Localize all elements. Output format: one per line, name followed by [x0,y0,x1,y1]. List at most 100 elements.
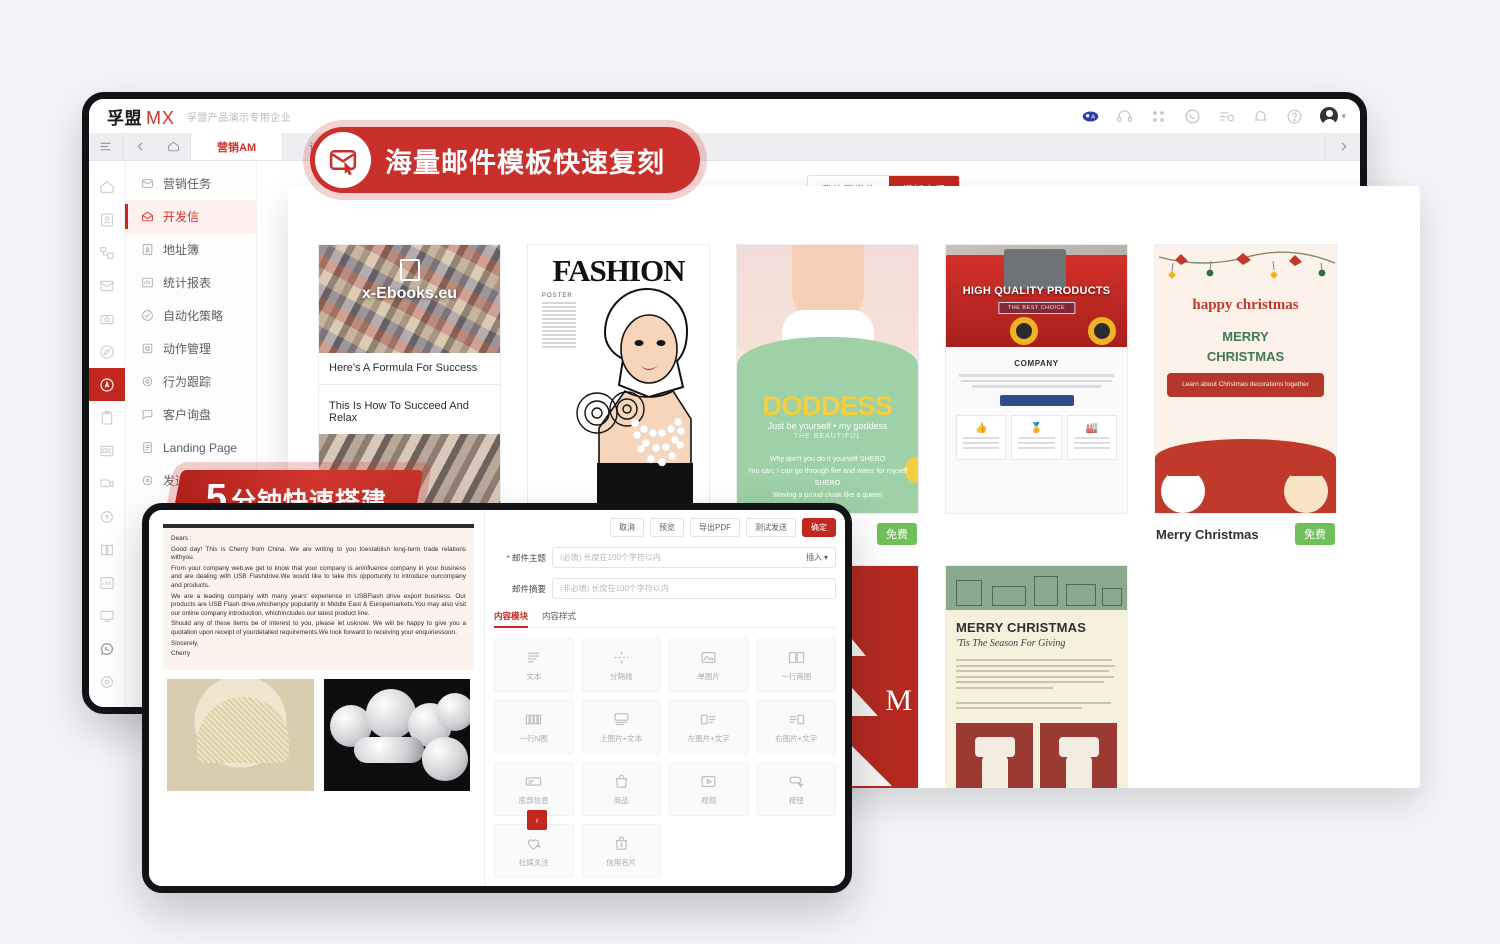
header-icon-bar: A ▾ [1082,107,1346,125]
preview-button[interactable]: 预览 [650,518,684,537]
template-card[interactable]: HIGH QUALITY PRODUCTS THE BEST CHOICE CO… [945,244,1128,545]
tab-marketing[interactable]: 营销AM [191,133,284,160]
rail-monitor-icon[interactable] [89,600,125,633]
module-footer-info[interactable]: 底部信息 [494,762,574,816]
module-label: 社媒关注 [518,857,549,867]
rail-news-icon[interactable] [89,435,125,468]
module-label: 视频 [701,795,717,805]
illustration-wheel [1088,317,1116,345]
help-icon[interactable] [1286,108,1303,125]
module-single-image[interactable]: 单图片 [669,638,749,692]
preview-text-block[interactable]: Dears : Good day! This is Cherry from Ch… [163,528,474,670]
module-product[interactable]: 商品 [581,762,661,816]
sidebar-item-statistics[interactable]: 统计报表 [125,266,256,299]
fashion-illustration [576,287,693,508]
rail-marketing-icon[interactable] [89,368,125,402]
apps-grid-icon[interactable] [1150,108,1167,125]
home-tab-icon[interactable] [157,133,191,160]
thumb-script-title: happy christmas [1192,297,1299,313]
headset-icon[interactable] [1116,108,1133,125]
text-icon [528,652,540,662]
rail-home-icon[interactable] [89,170,125,203]
module-divider[interactable]: 分隔线 [581,638,661,692]
subject-input[interactable]: (必填) 长度在100个字符以内 插入 ▾ [552,547,836,568]
editor-toolbar: 取消 预览 导出PDF 测试发送 确定 [494,518,836,537]
tab-content-modules[interactable]: 内容模块 [494,610,529,628]
rail-settings-icon[interactable] [89,666,125,699]
bell-icon[interactable] [1252,108,1269,125]
thumb-hero: HIGH QUALITY PRODUCTS THE BEST CHOICE [946,245,1127,347]
export-pdf-button[interactable]: 导出PDF [690,518,740,537]
insert-variable-button[interactable]: 插入 ▾ [806,552,828,563]
preview-image-row[interactable] [163,670,474,791]
nav-forward-button[interactable] [1326,133,1360,160]
tab-content-styles[interactable]: 内容样式 [542,610,576,622]
collapse-panel-button[interactable]: ‹ [527,810,547,830]
module-text[interactable]: 文本 [494,638,574,692]
thumb-hero-title: HIGH QUALITY PRODUCTS [962,285,1111,297]
menu-toggle-icon[interactable] [89,133,123,160]
rail-whatsapp-icon[interactable] [89,633,125,666]
ai-assistant-icon[interactable]: A [1082,108,1099,125]
award-icon: 🏅 [1030,422,1043,434]
sidebar-item-automation[interactable]: 自动化策略 [125,299,256,332]
sidebar-item-label: 营销任务 [163,177,212,191]
cancel-button[interactable]: 取消 [610,518,644,537]
module-business-card[interactable]: 信用名片 [581,824,661,878]
module-image-right-text[interactable]: 右图片+文字 [756,700,836,754]
preview-paragraph: Good day! This is Cherry from China. We … [171,545,466,562]
template-thumbnail[interactable]: MERRY CHRISTMAS 'Tis The Season For Givi… [945,565,1128,788]
app-header: 孚盟 MX 孚盟产品演示专用企业 A ▾ [89,99,1360,133]
brand-logo: 孚盟 MX [107,104,175,129]
rail-compass-icon[interactable] [89,335,125,368]
confirm-button[interactable]: 确定 [802,518,836,537]
rail-clipboard-icon[interactable] [89,401,125,434]
module-image-top-text[interactable]: 上图片+文本 [581,700,661,754]
nav-back-button[interactable] [123,133,157,160]
rail-cloud-icon[interactable] [89,501,125,534]
template-thumbnail[interactable]: HIGH QUALITY PRODUCTS THE BEST CHOICE CO… [945,244,1128,514]
rail-contacts-icon[interactable] [89,203,125,236]
template-card[interactable]: DODDESS Just be yourself • my goddess TH… [736,244,919,545]
whatsapp-icon[interactable] [1184,108,1201,125]
sidebar-item-action-management[interactable]: 动作管理 [125,332,256,365]
rail-book-icon[interactable] [89,534,125,567]
rail-chat-icon[interactable] [89,468,125,501]
module-label: 文本 [526,671,542,681]
thumb-headline: Here's A Formula For Success [329,362,478,374]
user-menu[interactable]: ▾ [1320,107,1346,125]
footer-info-icon [526,776,542,786]
thumb-feature-card: 🏅 [1011,414,1062,460]
summary-input[interactable]: (非必填) 长度在100个字符以内 [552,578,836,599]
module-image-left-text[interactable]: 左图片+文字 [669,700,749,754]
template-card[interactable]: FASHION POSTER [527,244,710,545]
template-thumbnail[interactable]: FASHION POSTER [527,244,710,514]
sidebar-item-behavior-tracking[interactable]: 行为跟踪 [125,365,256,398]
template-thumbnail[interactable]: DODDESS Just be yourself • my goddess TH… [736,244,919,514]
module-two-images[interactable]: 一行两图 [756,638,836,692]
thumb-cta-button [999,394,1074,406]
module-label: 上图片+文本 [600,733,643,743]
preview-paragraph: We are a leading company with many years… [171,592,466,617]
sidebar-item-address-book[interactable]: 地址簿 [125,233,256,266]
rail-chart-icon[interactable] [89,567,125,600]
template-card[interactable]: happy christmas MERRY CHRISTMAS Learn ab… [1154,244,1337,545]
sidebar-item-customer-inquiry[interactable]: 客户询盘 [125,398,256,431]
module-video[interactable]: 视频 [669,762,749,816]
sidebar-item-marketing-task[interactable]: 营销任务 [125,167,256,200]
social-follow-icon [528,838,541,850]
factory-icon: 🏭 [1085,422,1099,434]
module-n-images[interactable]: 一行N图 [494,700,574,754]
module-social-follow[interactable]: 社媒关注 [494,824,574,878]
sidebar-item-development-letter[interactable]: 开发信 [125,200,256,233]
preview-paragraph: Sincerely, [171,639,199,647]
rail-camera-icon[interactable] [89,302,125,335]
rail-org-icon[interactable] [89,236,125,269]
sidebar-item-landing-page[interactable]: Landing Page [125,431,256,464]
rail-mail-icon[interactable] [89,269,125,302]
test-send-button[interactable]: 测试发送 [746,518,796,537]
history-icon[interactable] [1218,108,1235,125]
module-button[interactable]: 按钮 [756,762,836,816]
template-thumbnail[interactable]: happy christmas MERRY CHRISTMAS Learn ab… [1154,244,1337,514]
template-card[interactable]: MERRY CHRISTMAS 'Tis The Season For Givi… [945,565,1128,788]
